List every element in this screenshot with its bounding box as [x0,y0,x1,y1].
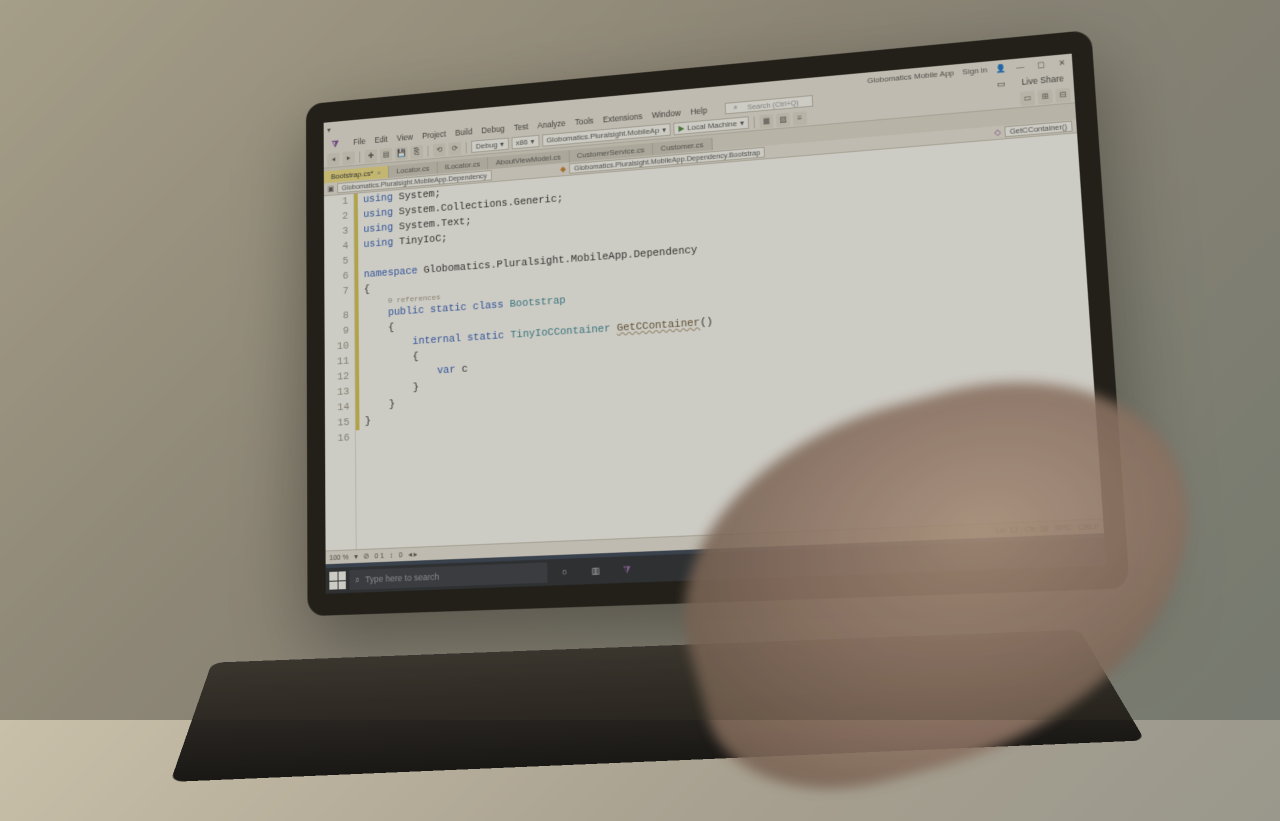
line-number-gutter: 12345678910111213141516 [324,194,357,551]
close-button[interactable]: ✕ [1055,57,1068,67]
tb-misc-3-icon[interactable]: ≡ [793,111,807,126]
menu-help[interactable]: Help [685,105,712,117]
menu-view[interactable]: View [392,132,418,144]
zoom-level[interactable]: 100 % [329,552,349,562]
nav-count: 0 [399,550,403,559]
config-combo[interactable]: Debug▾ [471,138,509,153]
new-project-icon[interactable]: ✚ [365,149,378,163]
vs-logo-icon: ⧩ [327,138,343,149]
quick-launch-icon[interactable]: ▾ [327,125,331,134]
live-share-button[interactable]: Live Share [1016,73,1069,88]
redo-icon[interactable]: ⟳ [448,141,461,155]
issues-count: 0 1 [375,551,385,560]
tb-right-1-icon[interactable]: ▭ [1020,90,1035,105]
search-icon: ⌕ [355,574,360,585]
tb-right-3-icon[interactable]: ⊟ [1055,87,1071,102]
menu-window[interactable]: Window [647,107,686,120]
menu-tools[interactable]: Tools [570,115,598,127]
tab-label: Locator.cs [396,164,429,175]
close-tab-icon[interactable]: × [377,168,381,177]
maximize-button[interactable]: ▢ [1034,59,1047,69]
cortana-icon[interactable]: ○ [551,560,579,583]
taskbar-search-placeholder: Type here to search [365,572,439,585]
platform-combo[interactable]: x86▾ [511,135,539,150]
tab-label: Customer.cs [661,140,704,152]
nav-fwd-icon[interactable]: ▸ [342,151,355,165]
nav-back-icon[interactable]: ◂ [327,152,339,166]
window-layout-icon[interactable]: ▭ [991,78,1010,91]
menu-edit[interactable]: Edit [370,134,392,145]
menu-test[interactable]: Test [509,121,533,132]
open-icon[interactable]: ▤ [380,147,393,161]
member-icon: ◇ [994,128,1001,137]
sign-in-link[interactable]: Sign in [962,65,988,76]
taskbar-search-input[interactable]: ⌕ Type here to search [349,562,547,589]
save-all-icon[interactable]: ⎘ [410,145,423,159]
minimize-button[interactable]: — [1014,61,1027,71]
nav-issues-icon[interactable]: ↕ [390,551,394,560]
search-icon: ⌕ [728,102,742,113]
menu-project[interactable]: Project [418,129,451,141]
task-view-icon[interactable]: ▥ [582,559,610,582]
start-button[interactable] [329,571,346,589]
tb-misc-2-icon[interactable]: ▨ [776,112,790,127]
tb-misc-1-icon[interactable]: ▦ [759,114,773,129]
scope-icon: ▣ [327,184,333,193]
issues-toggle[interactable]: ⊘ [363,552,369,561]
class-icon: ◆ [560,165,566,174]
menu-build[interactable]: Build [451,126,478,138]
menu-extensions[interactable]: Extensions [598,111,647,125]
menu-debug[interactable]: Debug [477,123,509,135]
tb-right-2-icon[interactable]: ⊞ [1037,89,1052,104]
save-icon[interactable]: 💾 [395,146,408,160]
tab-label: ILocator.cs [445,160,480,171]
tab-label: Bootstrap.cs* [331,169,373,181]
menu-analyze[interactable]: Analyze [533,118,571,131]
user-icon[interactable]: 👤 [995,63,1006,73]
menu-file[interactable]: File [349,136,370,147]
undo-icon[interactable]: ⟲ [433,143,446,157]
vs-taskbar-icon[interactable]: ⧩ [613,558,641,581]
